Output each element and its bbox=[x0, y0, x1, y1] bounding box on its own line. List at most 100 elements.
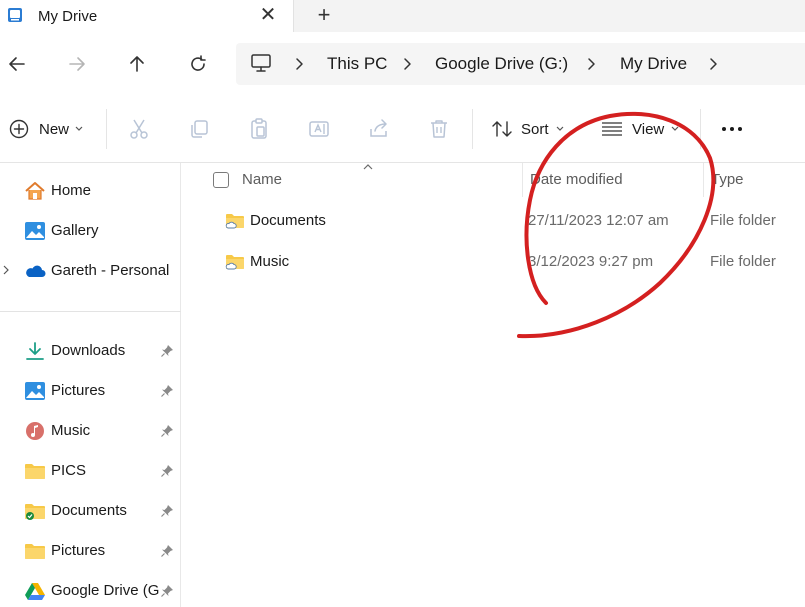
gallery-icon bbox=[25, 222, 45, 240]
sort-icon bbox=[492, 121, 512, 137]
file-explorer-window: My Drive ✕ + This PC Google Drive (G:) M… bbox=[0, 0, 805, 607]
toolbar-divider bbox=[700, 109, 701, 149]
chevron-right-icon[interactable] bbox=[707, 56, 719, 72]
breadcrumb-this-pc[interactable]: This PC bbox=[327, 54, 387, 74]
sidebar-item-label: Home bbox=[51, 182, 92, 199]
computer-icon bbox=[251, 54, 271, 72]
google-drive-icon bbox=[25, 583, 45, 600]
sidebar-item-label: Pictures bbox=[51, 542, 106, 559]
sidebar-item-label: Music bbox=[51, 422, 91, 439]
sidebar-item-gallery[interactable]: Gallery bbox=[0, 214, 180, 248]
view-list-icon bbox=[602, 122, 622, 136]
column-divider[interactable] bbox=[522, 163, 523, 197]
sidebar-item-documents[interactable]: Documents bbox=[0, 494, 180, 528]
pin-icon[interactable] bbox=[160, 384, 174, 398]
pin-icon[interactable] bbox=[160, 504, 174, 518]
file-name: Documents bbox=[250, 212, 326, 229]
breadcrumb-my-drive[interactable]: My Drive bbox=[620, 54, 687, 74]
expand-chevron-icon[interactable] bbox=[2, 264, 10, 276]
file-type: File folder bbox=[710, 253, 776, 270]
file-row-documents[interactable]: Documents 27/11/2023 12:07 am File folde… bbox=[182, 202, 805, 242]
arrow-up-icon bbox=[130, 56, 144, 72]
sort-button[interactable]: Sort bbox=[491, 117, 564, 141]
file-date-modified: 3/12/2023 9:27 pm bbox=[528, 253, 654, 270]
new-tab-icon[interactable]: + bbox=[313, 3, 335, 27]
sidebar-divider bbox=[0, 311, 181, 312]
cloud-folder-icon bbox=[225, 255, 244, 270]
file-name: Music bbox=[250, 253, 290, 270]
chevron-down-icon bbox=[671, 126, 679, 131]
pin-icon[interactable] bbox=[160, 584, 174, 598]
pin-icon[interactable] bbox=[160, 464, 174, 478]
copy-icon[interactable] bbox=[187, 117, 211, 141]
navigation-bar: This PC Google Drive (G:) My Drive bbox=[0, 32, 805, 95]
file-type: File folder bbox=[710, 212, 776, 229]
column-header-name[interactable]: Name bbox=[242, 171, 282, 188]
sidebar-item-music[interactable]: Music bbox=[0, 414, 180, 448]
download-icon bbox=[26, 342, 44, 360]
back-button[interactable] bbox=[5, 52, 29, 76]
close-tab-icon[interactable]: ✕ bbox=[258, 4, 278, 26]
view-label: View bbox=[632, 120, 665, 138]
cut-icon[interactable] bbox=[127, 117, 151, 141]
plus-circle-icon bbox=[9, 119, 29, 139]
sidebar-item-pictures-folder[interactable]: Pictures bbox=[0, 534, 180, 568]
column-divider[interactable] bbox=[703, 163, 704, 197]
column-header-type[interactable]: Type bbox=[711, 171, 744, 188]
arrow-left-icon bbox=[9, 57, 25, 71]
sidebar-item-onedrive[interactable]: Gareth - Personal bbox=[0, 254, 180, 288]
delete-icon[interactable] bbox=[427, 117, 451, 141]
toolbar-divider bbox=[106, 109, 107, 149]
chevron-down-icon bbox=[75, 126, 83, 131]
sidebar-item-google-drive[interactable]: Google Drive (G bbox=[0, 574, 180, 607]
new-label: New bbox=[39, 120, 70, 138]
home-icon bbox=[25, 182, 45, 200]
sidebar-item-label: Documents bbox=[51, 502, 127, 519]
navigation-pane: Home Gallery Gareth - Personal Downloads… bbox=[0, 163, 181, 607]
sidebar-item-label: Google Drive (G bbox=[51, 582, 160, 599]
refresh-icon bbox=[191, 55, 206, 71]
arrow-right-icon bbox=[69, 57, 85, 71]
sidebar-item-pictures[interactable]: Pictures bbox=[0, 374, 180, 408]
toolbar-divider bbox=[472, 109, 473, 149]
chevron-right-icon[interactable] bbox=[401, 56, 413, 72]
sidebar-item-label: Pictures bbox=[51, 382, 106, 399]
file-row-music[interactable]: Music 3/12/2023 9:27 pm File folder bbox=[182, 243, 805, 283]
rename-icon[interactable] bbox=[307, 117, 331, 141]
sidebar-item-label: Downloads bbox=[51, 342, 126, 359]
column-header-date-modified[interactable]: Date modified bbox=[530, 171, 623, 188]
sidebar-item-pics[interactable]: PICS bbox=[0, 454, 180, 488]
sidebar-item-home[interactable]: Home bbox=[0, 174, 180, 208]
folder-icon bbox=[25, 464, 45, 479]
paste-icon[interactable] bbox=[247, 117, 271, 141]
address-bar[interactable]: This PC Google Drive (G:) My Drive bbox=[236, 43, 805, 85]
sidebar-item-label: PICS bbox=[51, 462, 87, 479]
up-button[interactable] bbox=[125, 52, 149, 76]
sort-label: Sort bbox=[521, 120, 549, 138]
sidebar-item-downloads[interactable]: Downloads bbox=[0, 334, 180, 368]
chevron-right-icon bbox=[296, 58, 303, 70]
select-all-checkbox[interactable] bbox=[213, 172, 229, 188]
forward-button[interactable] bbox=[65, 52, 89, 76]
pin-icon[interactable] bbox=[160, 424, 174, 438]
breadcrumb-google-drive[interactable]: Google Drive (G:) bbox=[435, 54, 568, 74]
command-bar: New Sort View bbox=[0, 95, 805, 163]
tab-my-drive[interactable]: My Drive ✕ bbox=[0, 0, 294, 32]
music-icon bbox=[26, 422, 44, 440]
pin-icon[interactable] bbox=[160, 344, 174, 358]
folder-icon bbox=[25, 544, 45, 559]
file-date-modified: 27/11/2023 12:07 am bbox=[528, 212, 669, 229]
new-button[interactable]: New bbox=[9, 117, 83, 141]
share-icon[interactable] bbox=[367, 117, 391, 141]
refresh-button[interactable] bbox=[186, 52, 210, 76]
chevron-down-icon bbox=[556, 126, 563, 131]
pin-icon[interactable] bbox=[160, 544, 174, 558]
cloud-folder-icon bbox=[225, 214, 244, 229]
view-button[interactable]: View bbox=[601, 117, 679, 141]
sidebar-item-label: Gareth - Personal bbox=[51, 262, 170, 279]
tab-title: My Drive bbox=[38, 8, 98, 25]
sidebar-item-label: Gallery bbox=[51, 222, 99, 239]
chevron-right-icon[interactable] bbox=[585, 56, 597, 72]
more-options-icon[interactable] bbox=[720, 117, 744, 141]
sort-caret-icon bbox=[363, 164, 373, 170]
